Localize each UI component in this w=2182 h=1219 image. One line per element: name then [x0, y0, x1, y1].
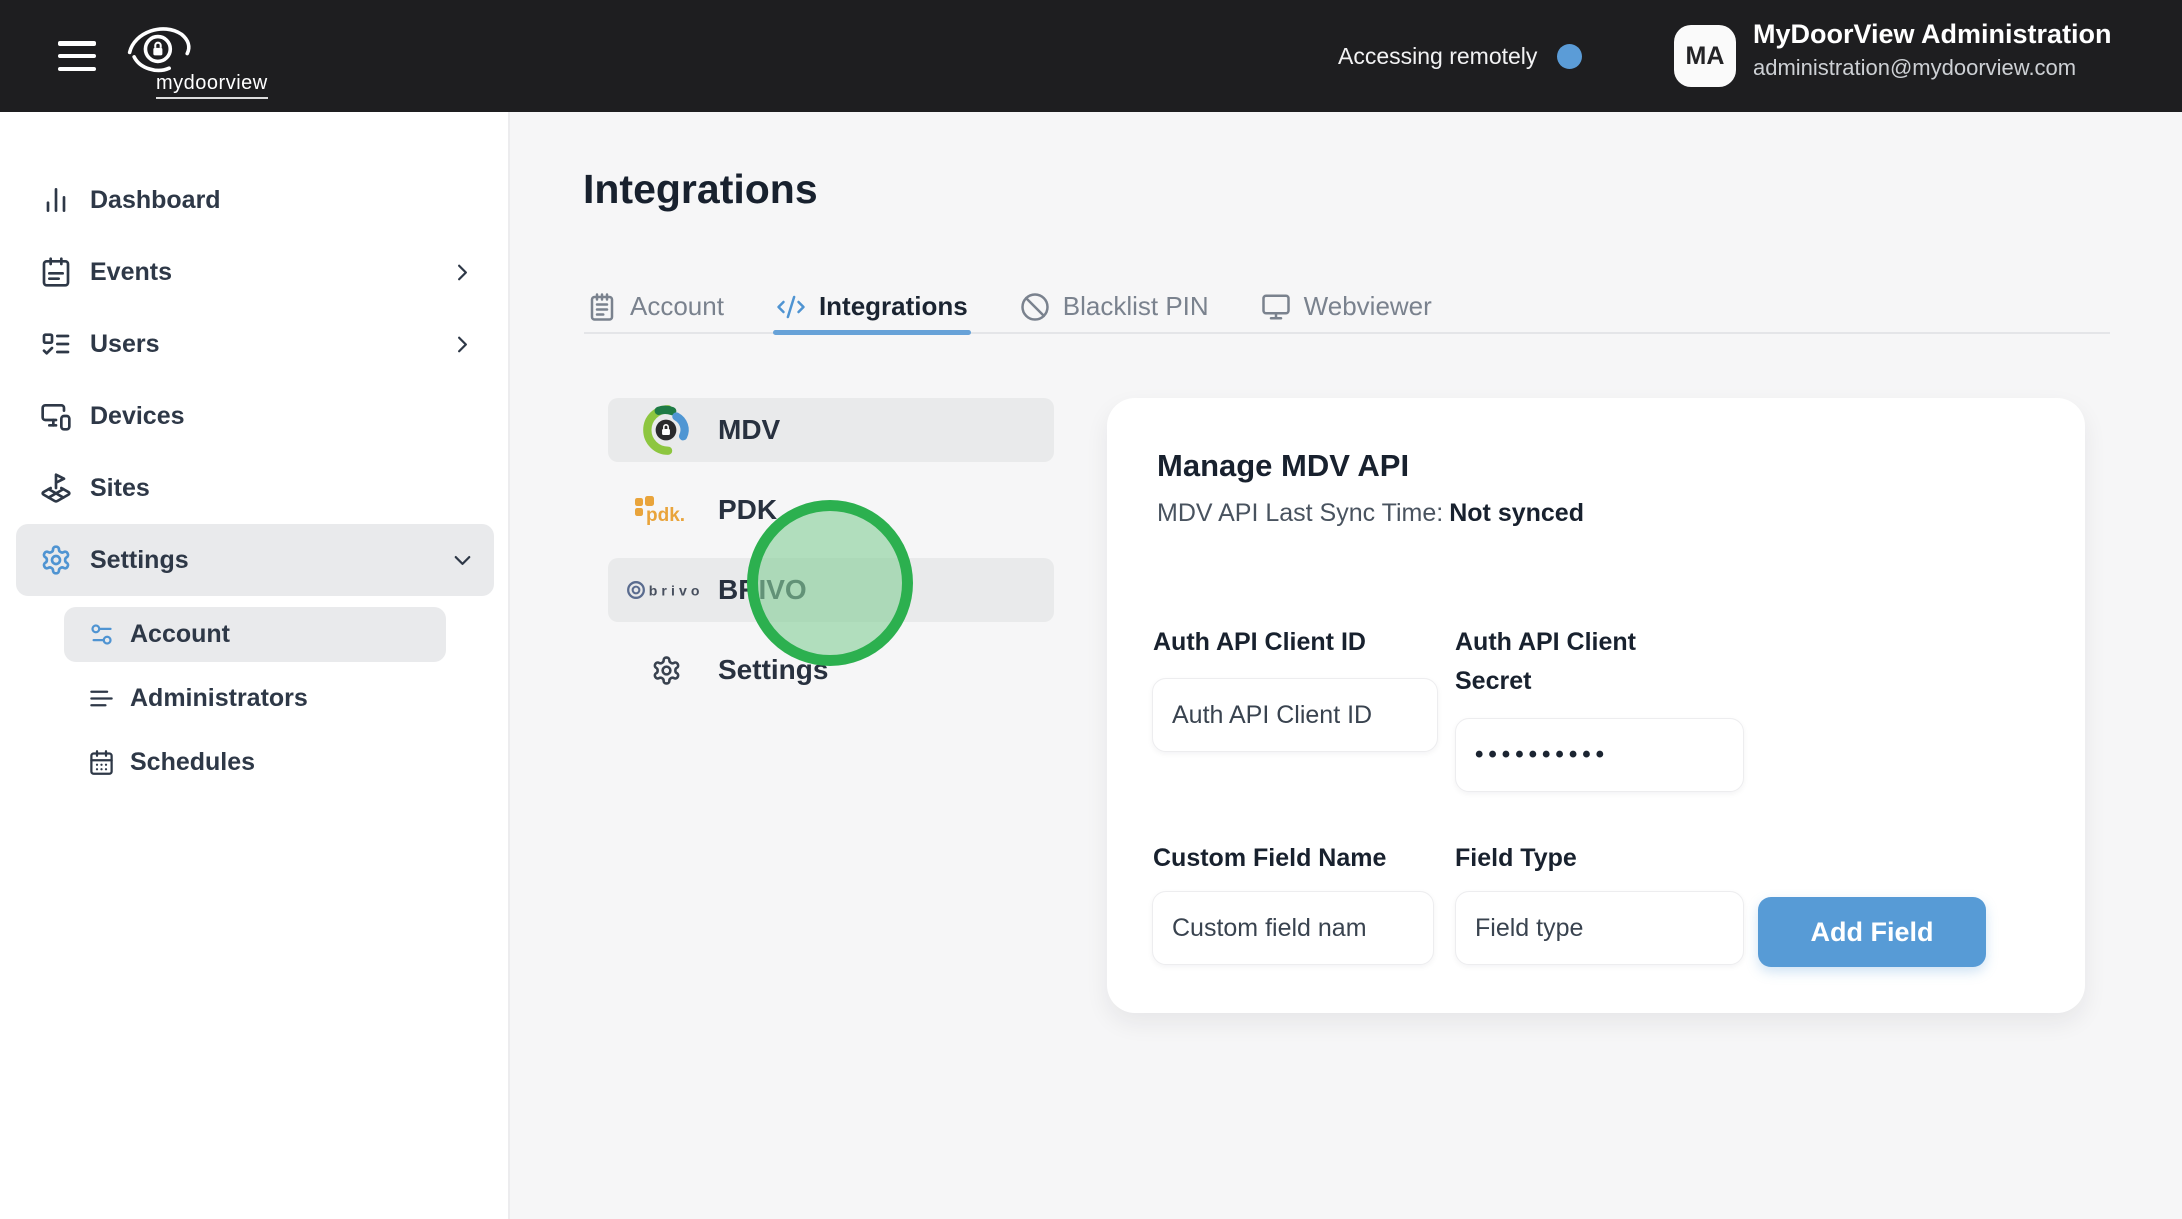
hamburger-menu-icon[interactable]	[58, 41, 96, 71]
devices-icon	[40, 400, 72, 432]
client-secret-label: Auth API Client Secret	[1455, 623, 1675, 701]
client-secret-input[interactable]	[1455, 718, 1744, 792]
mydoorview-logo: mydoorview	[120, 12, 310, 104]
sidebar-item-settings[interactable]: Settings	[16, 524, 494, 596]
tab-label: Webviewer	[1304, 291, 1432, 322]
land-plot-icon	[40, 472, 72, 504]
account-name: MyDoorView Administration	[1753, 21, 2112, 48]
sidebar-item-label: Users	[90, 330, 160, 359]
brivo-logo: brivo	[622, 562, 710, 618]
tab-account[interactable]: Account	[584, 281, 727, 332]
sidebar-item-label: Settings	[90, 546, 189, 575]
svg-text:brivo: brivo	[649, 582, 704, 598]
custom-field-name-input[interactable]	[1152, 891, 1434, 965]
tab-webviewer[interactable]: Webviewer	[1258, 281, 1435, 332]
field-type-input[interactable]	[1455, 891, 1744, 965]
integration-label: Settings	[718, 654, 828, 686]
sidebar-item-label: Events	[90, 258, 172, 287]
tab-label: Account	[630, 291, 724, 322]
gear-icon	[40, 544, 72, 576]
manage-mdv-api-card: Manage MDV API MDV API Last Sync Time:No…	[1107, 398, 2085, 1013]
pdk-logo: pdk.	[622, 482, 710, 538]
last-sync-line: MDV API Last Sync Time:Not synced	[1157, 499, 1584, 528]
top-bar: mydoorview Accessing remotely MA MyDoorV…	[0, 0, 2182, 112]
custom-field-name-label: Custom Field Name	[1153, 839, 1386, 878]
monitor-icon	[1261, 292, 1291, 322]
logo-wordmark: mydoorview	[156, 72, 268, 99]
integration-row-settings[interactable]: Settings	[608, 638, 1054, 702]
app-root: mydoorview Accessing remotely MA MyDoorV…	[0, 0, 2182, 1219]
user-avatar[interactable]: MA	[1674, 25, 1736, 87]
sidebar-subitem-label: Account	[130, 620, 230, 649]
tab-label: Integrations	[819, 291, 968, 322]
text-lines-icon	[88, 685, 115, 712]
account-email: administration@mydoorview.com	[1753, 57, 2112, 79]
chevron-down-icon	[449, 547, 476, 574]
sidebar-item-devices[interactable]: Devices	[16, 380, 494, 452]
sidebar: Dashboard Events Users Devices Sites Settings…	[0, 112, 510, 1219]
integration-row-brivo[interactable]: brivo BRIVO	[608, 558, 1054, 622]
integration-label: PDK	[718, 494, 777, 526]
tab-integrations[interactable]: Integrations	[773, 281, 971, 332]
checklist-icon	[40, 328, 72, 360]
sidebar-subitem-label: Schedules	[130, 748, 255, 777]
field-type-label: Field Type	[1455, 839, 1577, 878]
sliders-icon	[88, 621, 115, 648]
client-id-label: Auth API Client ID	[1153, 623, 1366, 662]
add-field-button[interactable]: Add Field	[1758, 897, 1986, 967]
integration-label: MDV	[718, 414, 780, 446]
integrations-list: MDV pdk. PDK brivo BRIVO Settings	[608, 398, 1054, 718]
tab-blacklist-pin[interactable]: Blacklist PIN	[1017, 281, 1212, 332]
sidebar-item-events[interactable]: Events	[16, 236, 494, 308]
sidebar-item-label: Dashboard	[90, 186, 221, 215]
calendar-icon	[40, 256, 72, 288]
sidebar-item-users[interactable]: Users	[16, 308, 494, 380]
page-title: Integrations	[583, 166, 818, 213]
sidebar-subitem-schedules[interactable]: Schedules	[64, 735, 446, 790]
calendar-dots-icon	[88, 749, 115, 776]
integration-label: BRIVO	[718, 574, 807, 606]
gear-icon	[622, 642, 710, 698]
eye-lock-logo-icon	[124, 18, 194, 80]
code-icon	[776, 292, 806, 322]
integration-row-pdk[interactable]: pdk. PDK	[608, 478, 1054, 542]
svg-text:pdk.: pdk.	[646, 505, 685, 526]
sidebar-item-sites[interactable]: Sites	[16, 452, 494, 524]
status-dot-icon	[1557, 44, 1582, 69]
remote-status: Accessing remotely	[1338, 0, 1582, 112]
panel-heading: Manage MDV API	[1157, 448, 1409, 484]
remote-status-label: Accessing remotely	[1338, 43, 1537, 70]
chevron-right-icon	[449, 259, 476, 286]
last-sync-value: Not synced	[1449, 499, 1584, 527]
sidebar-item-label: Sites	[90, 474, 150, 503]
sidebar-item-label: Devices	[90, 402, 185, 431]
integration-row-mdv[interactable]: MDV	[608, 398, 1054, 462]
notepad-icon	[587, 292, 617, 322]
sidebar-subitem-account[interactable]: Account	[64, 607, 446, 662]
sidebar-subitem-label: Administrators	[130, 684, 308, 713]
tab-label: Blacklist PIN	[1063, 291, 1209, 322]
sidebar-subitem-administrators[interactable]: Administrators	[64, 671, 446, 726]
account-info: MyDoorView Administration administration…	[1753, 21, 2112, 79]
ban-icon	[1020, 292, 1050, 322]
chevron-right-icon	[449, 331, 476, 358]
bar-chart-icon	[40, 184, 72, 216]
settings-submenu: Account Administrators Schedules	[64, 607, 446, 799]
sidebar-item-dashboard[interactable]: Dashboard	[16, 164, 494, 236]
sidebar-nav: Dashboard Events Users Devices Sites Settings	[16, 164, 494, 596]
client-id-input[interactable]	[1152, 678, 1438, 752]
tab-bar: Account Integrations Blacklist PIN Webviewe…	[584, 281, 2110, 334]
last-sync-label: MDV API Last Sync Time:	[1157, 499, 1443, 527]
mdv-logo	[622, 402, 710, 458]
